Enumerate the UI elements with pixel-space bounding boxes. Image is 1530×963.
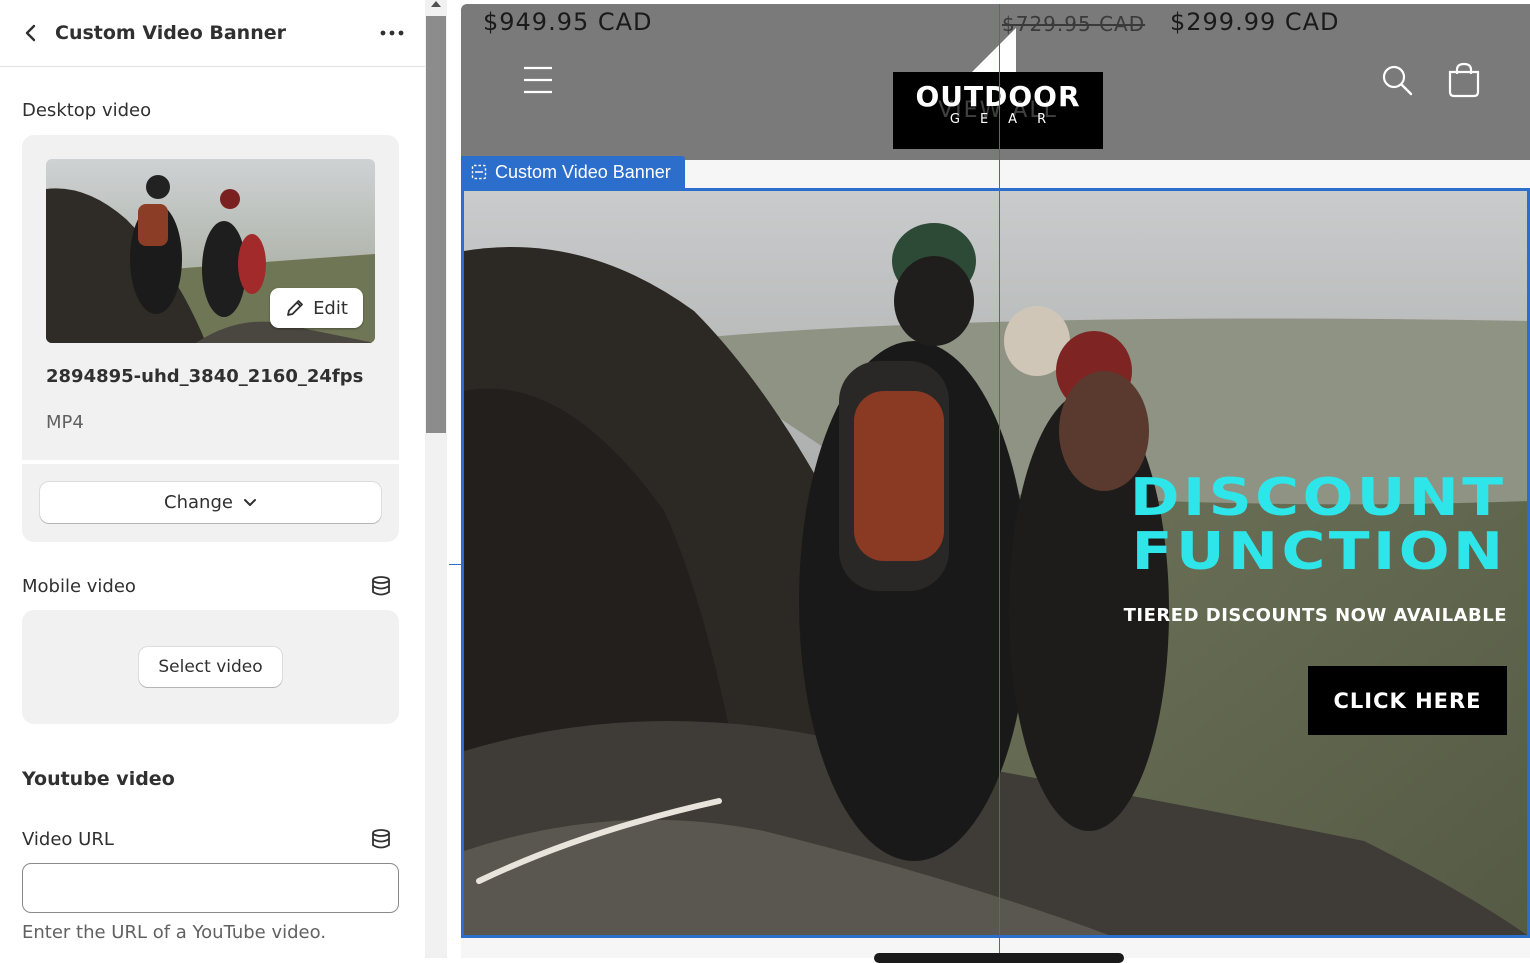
store-preview: $949.95 CAD $729.95 CAD $299.99 CAD VIEW… — [461, 4, 1530, 958]
store-logo[interactable]: VIEW ALL OUTDOOR GEAR — [893, 72, 1103, 149]
product-compare-price: $729.95 CAD — [1002, 12, 1146, 36]
section-icon — [471, 164, 487, 180]
mobile-video-card: Select video — [22, 610, 399, 724]
video-url-input[interactable] — [22, 863, 399, 913]
video-file-name: 2894895-uhd_3840_2160_24fps — [46, 366, 364, 387]
logo-mountain-icon — [972, 28, 1016, 72]
chevron-left-icon — [25, 24, 36, 42]
youtube-heading: Youtube video — [22, 768, 175, 790]
panel-header: Custom Video Banner — [0, 0, 425, 67]
video-url-help: Enter the URL of a YouTube video. — [22, 922, 327, 943]
guide-tick — [449, 564, 461, 565]
scrollbar-thumb[interactable] — [426, 16, 446, 433]
preview-gutter — [447, 0, 461, 958]
scroll-up-arrow[interactable] — [431, 1, 441, 7]
menu-icon[interactable] — [523, 66, 553, 94]
edit-video-button[interactable]: Edit — [270, 288, 363, 328]
chevron-down-icon — [243, 498, 256, 506]
headline-line-1: DISCOUNT — [1130, 468, 1507, 528]
banner-headline: DISCOUNT FUNCTION — [1130, 471, 1507, 579]
center-guide-line — [999, 4, 1000, 958]
logo-subword: GEAR — [949, 112, 1067, 127]
search-icon[interactable] — [1381, 64, 1413, 96]
video-banner[interactable]: DISCOUNT FUNCTION TIERED DISCOUNTS NOW A… — [461, 188, 1530, 938]
back-button[interactable] — [20, 22, 42, 44]
panel-title: Custom Video Banner — [55, 22, 286, 44]
banner-subheading: TIERED DISCOUNTS NOW AVAILABLE — [1123, 605, 1507, 626]
change-button-label: Change — [164, 492, 233, 513]
video-file-type: MP4 — [46, 412, 84, 433]
product-price: $299.99 CAD — [1170, 8, 1340, 36]
change-video-button[interactable]: Change — [40, 482, 381, 523]
bottom-toolbar-edge — [874, 953, 1124, 963]
pencil-icon — [287, 300, 303, 316]
card-divider — [22, 460, 399, 464]
settings-panel: Custom Video Banner Desktop video Edit 2… — [0, 0, 425, 958]
more-actions-button[interactable] — [379, 22, 405, 44]
section-tag-label: Custom Video Banner — [495, 161, 671, 182]
cart-icon[interactable] — [1447, 62, 1481, 98]
database-icon[interactable] — [370, 828, 392, 850]
headline-line-2: FUNCTION — [1132, 522, 1507, 582]
desktop-video-card: Edit 2894895-uhd_3840_2160_24fps MP4 Cha… — [22, 135, 399, 542]
mobile-video-label: Mobile video — [22, 576, 136, 597]
edit-button-label: Edit — [313, 297, 348, 319]
logo-word: OUTDOOR — [915, 80, 1081, 113]
product-price: $949.95 CAD — [483, 8, 653, 36]
select-video-button[interactable]: Select video — [139, 647, 282, 687]
more-horizontal-icon — [380, 30, 404, 36]
video-url-label: Video URL — [22, 829, 114, 850]
store-header: $949.95 CAD $729.95 CAD $299.99 CAD VIEW… — [461, 4, 1530, 160]
section-tag[interactable]: Custom Video Banner — [461, 156, 685, 188]
banner-cta-button[interactable]: CLICK HERE — [1308, 666, 1507, 735]
desktop-video-label: Desktop video — [22, 100, 152, 121]
database-icon[interactable] — [370, 575, 392, 597]
